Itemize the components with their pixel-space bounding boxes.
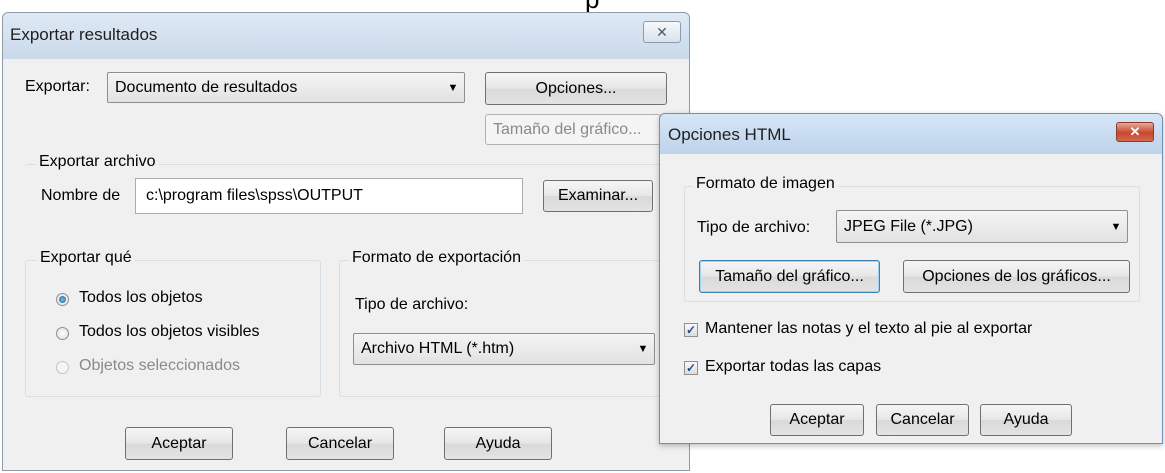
radio-visible-objects-label[interactable]: Todos los objetos visibles [79,323,260,341]
export-format-group [339,260,661,397]
chart-options-button-label: Opciones de los gráficos... [922,267,1111,285]
chevron-down-icon: ▼ [1110,220,1122,233]
file-name-label: Nombre de [41,187,121,204]
radio-all-objects-label[interactable]: Todos los objetos [79,289,203,307]
accept-button[interactable]: Aceptar [125,427,233,460]
html-options-titlebar[interactable]: Opciones HTML ✕ [660,114,1162,154]
html-options-close-button[interactable]: ✕ [1116,122,1154,142]
export-layers-label[interactable]: Exportar todas las capas [705,358,881,376]
cancel-button-label: Cancelar [307,434,373,452]
close-icon: ✕ [1129,124,1141,139]
html-accept-button[interactable]: Aceptar [770,404,864,436]
html-help-button[interactable]: Ayuda [980,404,1072,436]
radio-all-objects[interactable] [56,293,69,306]
check-icon: ✓ [685,361,697,375]
keep-notes-checkbox[interactable]: ✓ [684,323,698,337]
image-chart-size-button-label: Tamaño del gráfico... [715,267,864,285]
chart-size-button-disabled[interactable]: Tamaño del gráfico... [485,114,661,145]
html-options-title: Opciones HTML [668,125,791,144]
export-type-select[interactable]: Documento de resultados ▼ [107,72,465,103]
chevron-down-icon: ▼ [447,81,459,94]
export-results-dialog: Exportar resultados ✕ Exportar: Document… [2,12,690,471]
image-file-type-value: JPEG File (*.JPG) [844,217,973,235]
chart-size-button-label: Tamaño del gráfico... [493,120,642,138]
help-button-label: Ayuda [475,434,521,452]
file-name-value: c:\program files\spss\OUTPUT [146,187,363,204]
browse-button-label: Examinar... [557,187,639,204]
image-file-type-label: Tipo de archivo: [697,219,811,236]
html-cancel-button-label: Cancelar [890,411,955,428]
export-layers-checkbox[interactable]: ✓ [684,361,698,375]
html-options-dialog: Opciones HTML ✕ Formato de imagen Tipo d… [659,113,1163,444]
export-dialog-title: Exportar resultados [10,25,158,44]
chevron-down-icon: ▼ [637,343,649,355]
browse-button[interactable]: Examinar... [543,180,653,212]
radio-visible-objects[interactable] [56,327,69,340]
export-format-group-title: Formato de exportación [349,249,524,267]
close-icon: ✕ [656,24,668,40]
file-type-select[interactable]: Archivo HTML (*.htm) ▼ [353,333,655,365]
export-what-group-title: Exportar qué [37,249,135,267]
image-chart-size-button[interactable]: Tamaño del gráfico... [699,260,880,293]
html-accept-button-label: Aceptar [789,411,845,428]
options-button-label: Opciones... [535,79,617,97]
file-type-value: Archivo HTML (*.htm) [361,340,515,357]
export-type-value: Documento de resultados [115,78,298,96]
image-file-type-select[interactable]: JPEG File (*.JPG) ▼ [836,210,1128,243]
html-help-button-label: Ayuda [1003,411,1049,428]
accept-button-label: Aceptar [151,434,207,452]
check-icon: ✓ [685,323,697,337]
image-format-group-title: Formato de imagen [693,175,838,193]
keep-notes-label[interactable]: Mantener las notas y el texto al pie al … [705,320,1032,338]
file-type-label: Tipo de archivo: [355,296,469,313]
help-button[interactable]: Ayuda [444,427,552,460]
export-dialog-close-button[interactable]: ✕ [643,21,681,43]
cancel-button[interactable]: Cancelar [286,427,394,460]
radio-selected-objects-label[interactable]: Objetos seleccionados [79,357,240,375]
export-label: Exportar: [25,78,90,95]
options-button[interactable]: Opciones... [485,72,667,105]
export-file-group-title: Exportar archivo [36,153,159,171]
export-dialog-titlebar[interactable]: Exportar resultados ✕ [3,13,689,59]
radio-selected-objects[interactable] [56,361,69,374]
html-cancel-button[interactable]: Cancelar [876,404,969,436]
chart-options-button[interactable]: Opciones de los gráficos... [903,260,1130,293]
file-name-input[interactable]: c:\program files\spss\OUTPUT [135,178,523,214]
